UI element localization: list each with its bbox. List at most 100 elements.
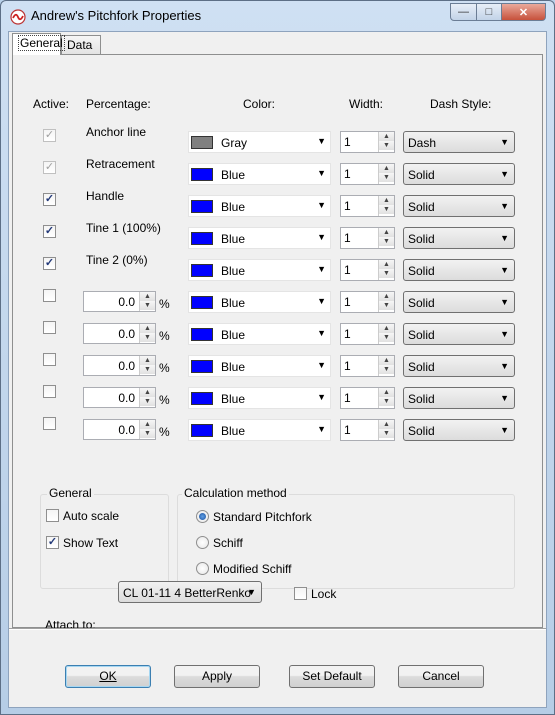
- row-active-checkbox[interactable]: [43, 417, 56, 430]
- spin-up-icon[interactable]: ▲: [379, 388, 394, 397]
- width-spinner-buttons[interactable]: ▲ ▼: [378, 196, 394, 216]
- tab-data[interactable]: Data: [61, 35, 101, 55]
- row-width-spinner[interactable]: 1 ▲ ▼: [340, 163, 395, 185]
- row-active-checkbox[interactable]: [43, 289, 56, 302]
- tab-general[interactable]: General: [12, 33, 65, 55]
- row-width-spinner[interactable]: 1 ▲ ▼: [340, 355, 395, 377]
- row-width-spinner[interactable]: 1 ▲ ▼: [340, 195, 395, 217]
- row-color-dropdown[interactable]: Blue ▼: [188, 259, 331, 281]
- row-color-dropdown[interactable]: Blue ▼: [188, 419, 331, 441]
- row-active-checkbox[interactable]: [43, 385, 56, 398]
- row-dash-style-dropdown[interactable]: Solid ▼: [403, 419, 515, 441]
- percentage-spinner[interactable]: ▲ ▼: [139, 292, 155, 311]
- spin-down-icon[interactable]: ▼: [379, 397, 394, 406]
- standard-pitchfork-radio[interactable]: [196, 510, 209, 523]
- row-active-checkbox[interactable]: [43, 353, 56, 366]
- attach-to-dropdown[interactable]: CL 01-11 4 BetterRenko ▼: [118, 581, 262, 603]
- spin-up-icon[interactable]: ▲: [140, 420, 155, 429]
- row-color-dropdown[interactable]: Blue ▼: [188, 195, 331, 217]
- percentage-spinner[interactable]: ▲ ▼: [139, 356, 155, 375]
- percentage-spinner[interactable]: ▲ ▼: [139, 324, 155, 343]
- spin-up-icon[interactable]: ▲: [140, 388, 155, 397]
- row-dash-style-dropdown[interactable]: Solid ▼: [403, 387, 515, 409]
- width-spinner-buttons[interactable]: ▲ ▼: [378, 324, 394, 344]
- row-dash-style-dropdown[interactable]: Solid ▼: [403, 227, 515, 249]
- row-active-checkbox[interactable]: ✓: [43, 161, 56, 174]
- lock-checkbox[interactable]: [294, 587, 307, 600]
- row-width-spinner[interactable]: 1 ▲ ▼: [340, 387, 395, 409]
- row-active-checkbox[interactable]: ✓: [43, 225, 56, 238]
- show-text-checkbox[interactable]: ✓: [46, 536, 59, 549]
- row-percentage-input[interactable]: 0.0 ▲ ▼: [83, 419, 156, 440]
- spin-down-icon[interactable]: ▼: [140, 365, 155, 374]
- row-active-checkbox[interactable]: ✓: [43, 129, 56, 142]
- spin-up-icon[interactable]: ▲: [379, 356, 394, 365]
- spin-down-icon[interactable]: ▼: [140, 429, 155, 438]
- spin-down-icon[interactable]: ▼: [140, 397, 155, 406]
- close-button[interactable]: ✕: [501, 3, 546, 21]
- minimize-button[interactable]: —: [450, 3, 477, 21]
- spin-down-icon[interactable]: ▼: [379, 333, 394, 342]
- row-active-checkbox[interactable]: ✓: [43, 257, 56, 270]
- ok-button[interactable]: OK: [65, 665, 151, 688]
- row-percentage-input[interactable]: 0.0 ▲ ▼: [83, 387, 156, 408]
- row-width-spinner[interactable]: 1 ▲ ▼: [340, 291, 395, 313]
- apply-button[interactable]: Apply: [174, 665, 260, 688]
- spin-up-icon[interactable]: ▲: [379, 228, 394, 237]
- schiff-radio[interactable]: [196, 536, 209, 549]
- spin-up-icon[interactable]: ▲: [379, 132, 394, 141]
- spin-up-icon[interactable]: ▲: [140, 292, 155, 301]
- width-spinner-buttons[interactable]: ▲ ▼: [378, 420, 394, 440]
- spin-up-icon[interactable]: ▲: [140, 356, 155, 365]
- width-spinner-buttons[interactable]: ▲ ▼: [378, 356, 394, 376]
- spin-down-icon[interactable]: ▼: [379, 365, 394, 374]
- spin-up-icon[interactable]: ▲: [379, 196, 394, 205]
- row-dash-style-dropdown[interactable]: Dash ▼: [403, 131, 515, 153]
- row-dash-style-dropdown[interactable]: Solid ▼: [403, 163, 515, 185]
- row-width-spinner[interactable]: 1 ▲ ▼: [340, 227, 395, 249]
- cancel-button[interactable]: Cancel: [398, 665, 484, 688]
- row-color-dropdown[interactable]: Blue ▼: [188, 227, 331, 249]
- row-color-dropdown[interactable]: Blue ▼: [188, 291, 331, 313]
- row-color-dropdown[interactable]: Blue ▼: [188, 355, 331, 377]
- spin-down-icon[interactable]: ▼: [140, 333, 155, 342]
- row-width-spinner[interactable]: 1 ▲ ▼: [340, 259, 395, 281]
- spin-down-icon[interactable]: ▼: [379, 205, 394, 214]
- row-active-checkbox[interactable]: [43, 321, 56, 334]
- spin-up-icon[interactable]: ▲: [379, 420, 394, 429]
- row-percentage-input[interactable]: 0.0 ▲ ▼: [83, 355, 156, 376]
- spin-down-icon[interactable]: ▼: [379, 237, 394, 246]
- row-color-dropdown[interactable]: Blue ▼: [188, 163, 331, 185]
- row-color-dropdown[interactable]: Blue ▼: [188, 387, 331, 409]
- percentage-spinner[interactable]: ▲ ▼: [139, 388, 155, 407]
- row-width-spinner[interactable]: 1 ▲ ▼: [340, 323, 395, 345]
- maximize-button[interactable]: □: [476, 3, 502, 21]
- row-dash-style-dropdown[interactable]: Solid ▼: [403, 195, 515, 217]
- spin-up-icon[interactable]: ▲: [140, 324, 155, 333]
- spin-down-icon[interactable]: ▼: [140, 301, 155, 310]
- spin-up-icon[interactable]: ▲: [379, 292, 394, 301]
- set-default-button[interactable]: Set Default: [289, 665, 375, 688]
- width-spinner-buttons[interactable]: ▲ ▼: [378, 132, 394, 152]
- auto-scale-checkbox[interactable]: [46, 509, 59, 522]
- row-color-dropdown[interactable]: Blue ▼: [188, 323, 331, 345]
- percentage-spinner[interactable]: ▲ ▼: [139, 420, 155, 439]
- row-width-spinner[interactable]: 1 ▲ ▼: [340, 419, 395, 441]
- spin-up-icon[interactable]: ▲: [379, 260, 394, 269]
- title-bar[interactable]: Andrew's Pitchfork Properties — □ ✕: [1, 1, 554, 31]
- spin-down-icon[interactable]: ▼: [379, 141, 394, 150]
- spin-up-icon[interactable]: ▲: [379, 164, 394, 173]
- row-width-spinner[interactable]: 1 ▲ ▼: [340, 131, 395, 153]
- spin-down-icon[interactable]: ▼: [379, 173, 394, 182]
- spin-down-icon[interactable]: ▼: [379, 429, 394, 438]
- spin-up-icon[interactable]: ▲: [379, 324, 394, 333]
- row-dash-style-dropdown[interactable]: Solid ▼: [403, 291, 515, 313]
- row-dash-style-dropdown[interactable]: Solid ▼: [403, 355, 515, 377]
- width-spinner-buttons[interactable]: ▲ ▼: [378, 292, 394, 312]
- row-active-checkbox[interactable]: ✓: [43, 193, 56, 206]
- width-spinner-buttons[interactable]: ▲ ▼: [378, 388, 394, 408]
- width-spinner-buttons[interactable]: ▲ ▼: [378, 260, 394, 280]
- row-percentage-input[interactable]: 0.0 ▲ ▼: [83, 323, 156, 344]
- row-color-dropdown[interactable]: Gray ▼: [188, 131, 331, 153]
- row-percentage-input[interactable]: 0.0 ▲ ▼: [83, 291, 156, 312]
